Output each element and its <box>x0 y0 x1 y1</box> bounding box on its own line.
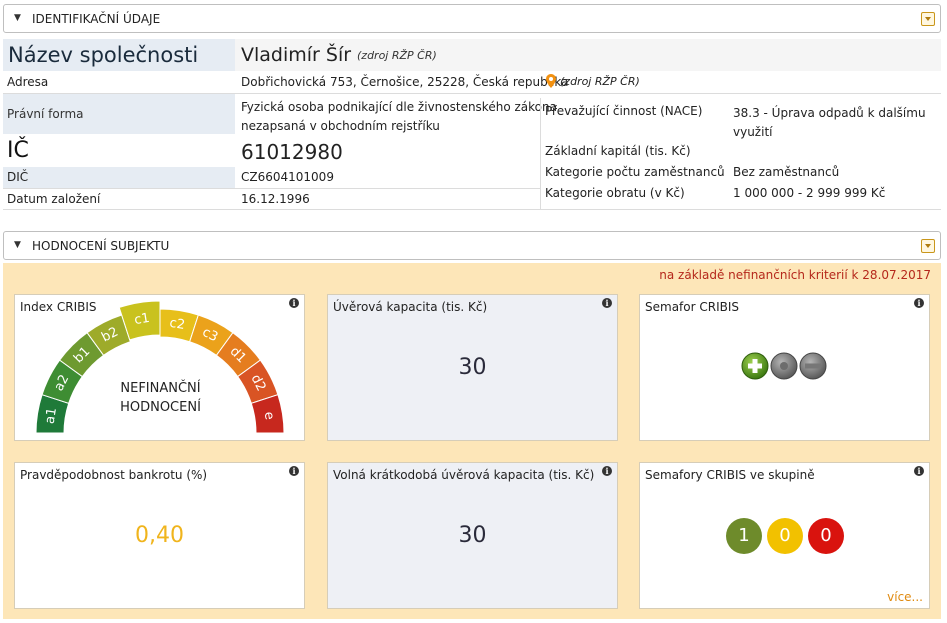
gauge-label-c1: c1 <box>133 311 151 328</box>
nace-value: 38.3 - Úprava odpadů k dalšímu využití <box>733 104 926 142</box>
group-red-count[interactable]: 0 <box>808 518 844 554</box>
semafor-lights <box>741 352 827 380</box>
credit-capacity-title: Úvěrová kapacita (tis. Kč) <box>333 300 488 314</box>
company-label-cell: Název společnosti <box>3 39 235 71</box>
gray-light-dot-icon <box>770 352 798 380</box>
gauge-caption: NEFINANČNÍ HODNOCENÍ <box>15 379 306 417</box>
gauge-text-line2: HODNOCENÍ <box>120 400 201 415</box>
dic-label: DIČ <box>7 170 29 184</box>
ident-panel-title: IDENTIFIKAČNÍ ÚDAJE <box>32 12 161 26</box>
gauge-label-c2: c2 <box>168 316 186 333</box>
ident-panel-header[interactable]: ▼ IDENTIFIKAČNÍ ÚDAJE <box>3 4 941 33</box>
dic-value: CZ6604101009 <box>241 170 334 184</box>
nace-label: Převažující činnost (NACE) <box>545 104 703 118</box>
address-value: Dobřichovická 753, Černošice, 25228, Čes… <box>241 75 569 89</box>
legal-form-line2: nezapsaná v obchodním rejstříku <box>241 119 440 133</box>
short-credit-value: 30 <box>458 523 487 548</box>
legal-form-value: Fyzická osoba podnikající dle živnostens… <box>241 98 557 136</box>
group-green-count[interactable]: 1 <box>726 518 762 554</box>
collapse-caret-icon[interactable]: ▼ <box>14 240 21 250</box>
gray-light-minus-icon <box>799 352 827 380</box>
index-cribis-tile: Index CRIBIS i a1 a2 b1 b2 c1 c2 c3 d1 d2 e NEFIN… <box>14 294 305 441</box>
turnover-label: Kategorie obratu (v Kč) <box>545 186 685 200</box>
dic-label-cell: DIČ <box>3 167 235 188</box>
company-label: Název společnosti <box>8 43 199 67</box>
info-icon[interactable]: i <box>289 466 299 476</box>
address-label: Adresa <box>7 75 49 89</box>
bankruptcy-value: 0,40 <box>135 523 184 548</box>
company-name: Vladimír Šír <box>241 44 352 66</box>
short-credit-tile: Volná krátkodobá úvěrová kapacita (tis. … <box>327 462 618 609</box>
cribis-gauge: a1a2b1b2c1 c2c3d1d2e <box>35 300 285 434</box>
company-value-cell: Vladimír Šír (zdroj RŽP ČR) <box>235 39 941 71</box>
nace-line2: využití <box>733 125 773 139</box>
short-credit-title: Volná krátkodobá úvěrová kapacita (tis. … <box>333 468 595 482</box>
green-light-plus-icon <box>741 352 769 380</box>
legal-form-label-cell: Právní forma <box>3 94 235 134</box>
ic-label: IČ <box>7 138 29 163</box>
ic-value: 61012980 <box>241 140 343 164</box>
info-icon[interactable]: i <box>914 298 924 308</box>
map-pin-icon[interactable] <box>546 74 556 88</box>
capital-label: Základní kapitál (tis. Kč) <box>545 144 691 158</box>
founded-label: Datum založení <box>7 192 101 206</box>
group-semafor-tile: Semafory CRIBIS ve skupině i 1 0 0 více.… <box>639 462 930 609</box>
info-icon[interactable]: i <box>914 466 924 476</box>
nace-line1: 38.3 - Úprava odpadů k dalšímu <box>733 106 926 120</box>
rating-area: na základě nefinančních kriterií k 28.07… <box>3 263 941 619</box>
credit-capacity-value: 30 <box>458 355 487 380</box>
employees-value: Bez zaměstnanců <box>733 165 840 179</box>
semafor-cribis-title: Semafor CRIBIS <box>645 300 740 314</box>
info-icon[interactable]: i <box>602 466 612 476</box>
info-icon[interactable]: i <box>602 298 612 308</box>
semafor-cribis-tile: Semafor CRIBIS i <box>639 294 930 441</box>
group-yellow-count[interactable]: 0 <box>767 518 803 554</box>
bankruptcy-title: Pravděpodobnost bankrotu (%) <box>20 468 208 482</box>
bankruptcy-tile: Pravděpodobnost bankrotu (%) i 0,40 <box>14 462 305 609</box>
legal-form-label: Právní forma <box>7 107 84 121</box>
rating-note: na základě nefinančních kriterií k 28.07… <box>659 268 931 282</box>
collapse-caret-icon[interactable]: ▼ <box>14 13 21 23</box>
turnover-value: 1 000 000 - 2 999 999 Kč <box>733 186 886 200</box>
gauge-text-line1: NEFINANČNÍ <box>120 381 201 396</box>
rating-panel-header[interactable]: ▼ HODNOCENÍ SUBJEKTU <box>3 231 941 260</box>
credit-capacity-tile: Úvěrová kapacita (tis. Kč) i 30 <box>327 294 618 441</box>
group-semafor-title: Semafory CRIBIS ve skupině <box>645 468 815 482</box>
legal-form-line1: Fyzická osoba podnikající dle živnostens… <box>241 100 557 114</box>
rating-panel-title: HODNOCENÍ SUBJEKTU <box>32 239 170 253</box>
more-link[interactable]: více... <box>887 590 923 604</box>
employees-label: Kategorie počtu zaměstnanců <box>545 165 725 179</box>
company-source: (zdroj RŽP ČR) <box>357 49 437 62</box>
panel-toggle-icon[interactable] <box>921 12 935 26</box>
panel-toggle-icon[interactable] <box>921 239 935 253</box>
founded-value: 16.12.1996 <box>241 192 310 206</box>
address-source: (zdroj RŽP ČR) <box>560 75 640 88</box>
